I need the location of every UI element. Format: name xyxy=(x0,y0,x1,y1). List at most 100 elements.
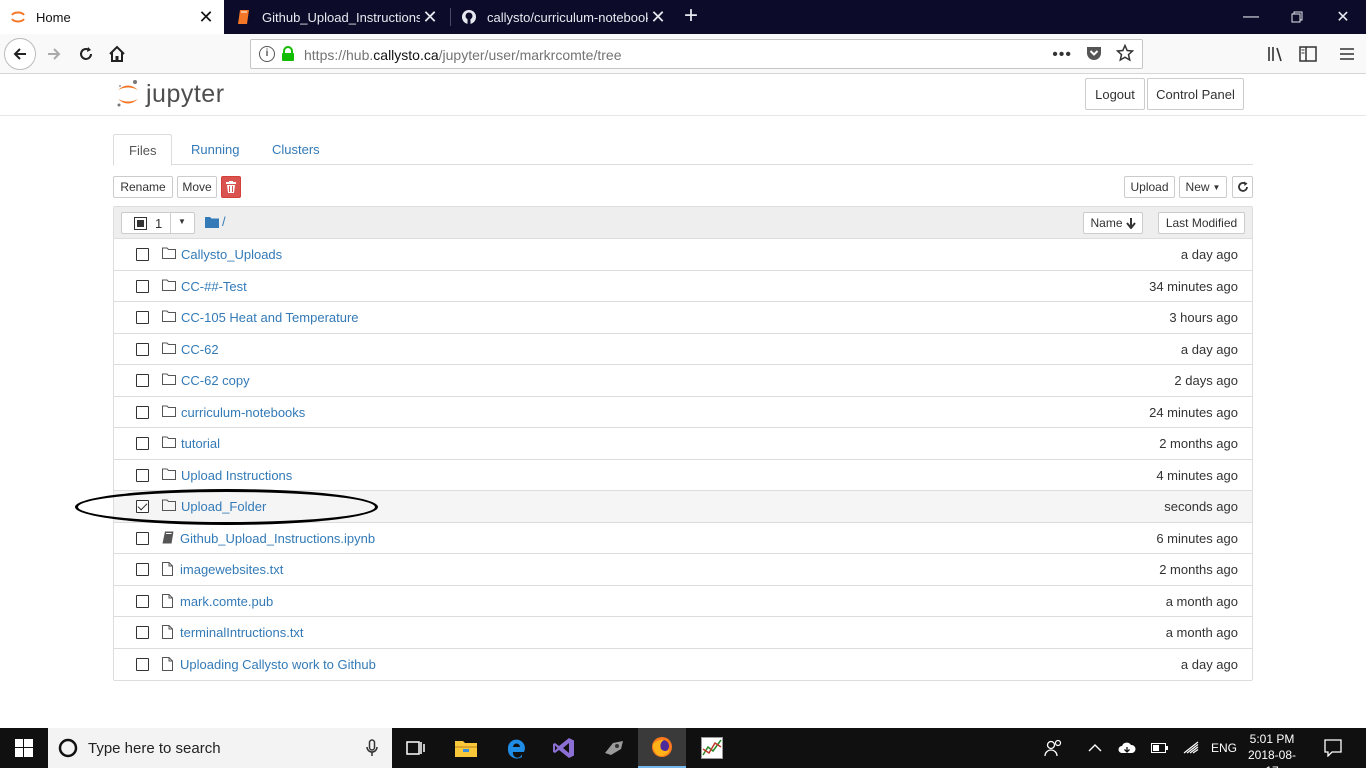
page-actions-icon[interactable]: ••• xyxy=(1052,46,1072,64)
close-icon[interactable]: ✕ xyxy=(648,7,668,28)
people-icon[interactable] xyxy=(1044,728,1064,768)
list-item[interactable]: imagewebsites.txt 2 months ago xyxy=(114,554,1252,586)
list-item[interactable]: CC-62 copy 2 days ago xyxy=(114,365,1252,397)
list-item[interactable]: Upload_Folder seconds ago xyxy=(114,491,1252,523)
list-item[interactable]: Uploading Callysto work to Github a day a… xyxy=(114,649,1252,681)
notifications-icon[interactable] xyxy=(1324,728,1342,768)
task-view-icon[interactable] xyxy=(392,728,440,768)
close-icon[interactable]: ✕ xyxy=(420,7,440,28)
minimize-button[interactable]: — xyxy=(1228,0,1274,34)
browser-tab-home[interactable]: Home ✕ xyxy=(0,0,224,34)
item-name-link[interactable]: Callysto_Uploads xyxy=(181,247,282,262)
list-item[interactable]: tutorial 2 months ago xyxy=(114,428,1252,460)
bookmark-star-icon[interactable] xyxy=(1115,43,1135,65)
forward-button[interactable] xyxy=(38,38,70,70)
system-clock[interactable]: 5:01 PM 2018-08-17 xyxy=(1242,731,1302,779)
item-name-link[interactable]: Github_Upload_Instructions.ipynb xyxy=(180,531,375,546)
move-button[interactable]: Move xyxy=(177,176,217,198)
item-checkbox[interactable] xyxy=(136,563,149,576)
sort-name-button[interactable]: Name xyxy=(1083,212,1143,234)
microphone-icon[interactable] xyxy=(366,739,378,757)
item-checkbox[interactable] xyxy=(136,311,149,324)
select-all-checkbox[interactable] xyxy=(134,216,147,230)
item-checkbox[interactable] xyxy=(136,468,149,482)
new-dropdown-button[interactable]: New ▼ xyxy=(1179,176,1227,198)
chart-app-icon[interactable] xyxy=(688,728,736,768)
item-checkbox[interactable] xyxy=(136,405,149,419)
item-checkbox[interactable] xyxy=(136,374,149,387)
library-icon[interactable] xyxy=(1260,38,1292,70)
item-name-link[interactable]: CC-62 copy xyxy=(181,373,250,388)
item-checkbox[interactable] xyxy=(136,500,149,513)
list-item[interactable]: Callysto_Uploads a day ago xyxy=(114,239,1252,271)
edge-icon[interactable] xyxy=(492,728,540,768)
logout-button[interactable]: Logout xyxy=(1085,78,1145,110)
item-name-link[interactable]: Uploading Callysto work to Github xyxy=(180,657,376,672)
browser-tab-github-upload[interactable]: Github_Upload_Instructions ✕ xyxy=(226,0,448,34)
rename-button[interactable]: Rename xyxy=(113,176,173,198)
select-all-dropdown[interactable]: 1 ▼ xyxy=(121,212,195,234)
onedrive-icon[interactable] xyxy=(1118,728,1136,768)
list-item[interactable]: Github_Upload_Instructions.ipynb 6 minute… xyxy=(114,523,1252,554)
list-item[interactable]: CC-62 a day ago xyxy=(114,334,1252,365)
close-window-button[interactable]: ✕ xyxy=(1320,0,1366,34)
refresh-button[interactable] xyxy=(1232,176,1253,198)
wifi-icon[interactable] xyxy=(1183,728,1201,768)
tab-files[interactable]: Files xyxy=(113,134,173,166)
item-name-link[interactable]: imagewebsites.txt xyxy=(180,562,283,577)
item-checkbox[interactable] xyxy=(136,437,149,450)
lock-icon[interactable] xyxy=(281,46,295,62)
list-item[interactable]: curriculum-notebooks 24 minutes ago xyxy=(114,397,1252,428)
taskbar-search-box[interactable]: Type here to search xyxy=(48,728,392,768)
item-checkbox[interactable] xyxy=(136,531,149,545)
list-item[interactable]: CC-105 Heat and Temperature 3 hours ago xyxy=(114,302,1252,334)
item-checkbox[interactable] xyxy=(136,657,149,671)
item-checkbox[interactable] xyxy=(136,626,149,639)
sidebar-icon[interactable] xyxy=(1292,38,1324,70)
upload-button[interactable]: Upload xyxy=(1124,176,1175,198)
reload-button[interactable] xyxy=(70,38,102,70)
chevron-up-icon[interactable] xyxy=(1088,728,1102,768)
item-checkbox[interactable] xyxy=(136,594,149,608)
browser-tab-curriculum[interactable]: callysto/curriculum-notebooks ✕ xyxy=(451,0,676,34)
item-name-link[interactable]: Upload Instructions xyxy=(181,468,292,483)
app-icon[interactable] xyxy=(590,728,638,768)
windows-start-icon[interactable] xyxy=(0,728,48,768)
list-item[interactable]: mark.comte.pub a month ago xyxy=(114,586,1252,617)
restore-button[interactable] xyxy=(1274,0,1320,34)
battery-icon[interactable] xyxy=(1151,728,1169,768)
back-button[interactable] xyxy=(4,38,36,70)
language-indicator[interactable]: ENG xyxy=(1211,728,1237,768)
breadcrumb-root[interactable]: / xyxy=(222,214,226,229)
item-name-link[interactable]: CC-##-Test xyxy=(181,279,247,294)
info-icon[interactable]: i xyxy=(259,46,275,62)
pocket-icon[interactable] xyxy=(1086,45,1102,64)
url-bar[interactable]: i https://hub.callysto.ca/jupyter/user/m… xyxy=(250,39,1143,69)
firefox-icon[interactable] xyxy=(638,728,686,768)
item-checkbox[interactable] xyxy=(136,248,149,261)
delete-button[interactable] xyxy=(221,176,241,198)
item-name-link[interactable]: Upload_Folder xyxy=(181,499,266,514)
folder-icon[interactable] xyxy=(205,216,219,231)
item-name-link[interactable]: CC-62 xyxy=(181,342,219,357)
list-item[interactable]: Upload Instructions 4 minutes ago xyxy=(114,460,1252,491)
file-explorer-icon[interactable] xyxy=(442,728,490,768)
menu-icon[interactable] xyxy=(1331,38,1363,70)
list-item[interactable]: terminalIntructions.txt a month ago xyxy=(114,617,1252,649)
item-name-link[interactable]: mark.comte.pub xyxy=(180,594,273,609)
item-checkbox[interactable] xyxy=(136,342,149,356)
item-name-link[interactable]: CC-105 Heat and Temperature xyxy=(181,310,359,325)
home-button[interactable] xyxy=(101,38,133,70)
tab-clusters[interactable]: Clusters xyxy=(257,134,335,165)
control-panel-button[interactable]: Control Panel xyxy=(1147,78,1244,110)
item-name-link[interactable]: tutorial xyxy=(181,436,220,451)
close-icon[interactable]: ✕ xyxy=(196,7,216,28)
list-item[interactable]: CC-##-Test 34 minutes ago xyxy=(114,271,1252,302)
new-tab-button[interactable]: + xyxy=(680,3,702,29)
visual-studio-icon[interactable] xyxy=(540,728,588,768)
item-name-link[interactable]: curriculum-notebooks xyxy=(181,405,305,420)
tab-running[interactable]: Running xyxy=(176,134,254,165)
item-checkbox[interactable] xyxy=(136,279,149,293)
sort-last-modified-button[interactable]: Last Modified xyxy=(1158,212,1245,234)
jupyter-logo[interactable]: jupyter xyxy=(116,79,225,109)
